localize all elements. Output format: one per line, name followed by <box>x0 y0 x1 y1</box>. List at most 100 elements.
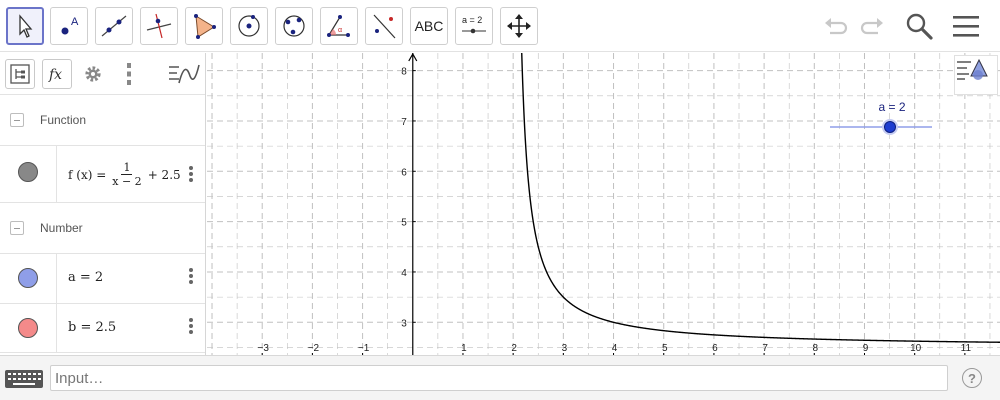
row-divider <box>56 146 57 202</box>
input-bar: ? <box>0 355 1000 400</box>
reflect-tool-button[interactable] <box>365 7 403 45</box>
visibility-toggle-a[interactable] <box>18 268 38 288</box>
graphics-view[interactable]: −3 −2 −1 1 2 3 4 5 6 7 8 9 10 11 3 4 5 6 7 8 a = 2 <box>207 53 1000 355</box>
tick-labels: −3 −2 −1 1 2 3 4 5 6 7 8 9 10 11 3 4 5 6 7 8 <box>258 67 972 355</box>
function-tail: + 2.5 <box>147 167 181 182</box>
algebra-style-bar: fx <box>0 53 205 95</box>
perpendicular-icon <box>146 13 172 39</box>
move-tool-button[interactable] <box>6 7 44 45</box>
point-tool-label: A <box>71 16 79 28</box>
slider-tool-button[interactable]: a = 2 <box>455 7 493 45</box>
x-tick-label: 9 <box>863 343 869 354</box>
circle-three-points-tool-button[interactable] <box>275 7 313 45</box>
x-tick-label: 6 <box>712 343 718 354</box>
undo-icon <box>825 18 848 35</box>
move-graphics-view-tool-button[interactable] <box>500 7 538 45</box>
graphics-style-bar-toggle[interactable] <box>954 55 998 95</box>
keyboard-icon <box>5 370 43 388</box>
point-icon: A <box>61 16 79 35</box>
algebra-item-b[interactable]: b = 2.5 <box>0 303 205 353</box>
group-label-function: Function <box>40 113 87 127</box>
x-tick-label: 1 <box>461 343 467 354</box>
tree-view-icon <box>10 64 30 84</box>
x-tick-label: −2 <box>308 343 320 354</box>
main-menu-button[interactable] <box>949 10 983 42</box>
collapse-icon[interactable] <box>10 221 24 235</box>
line-icon <box>101 15 127 37</box>
algebra-input-field[interactable] <box>50 365 948 391</box>
algebra-settings-button[interactable] <box>78 59 108 89</box>
algebra-tree-mode-button[interactable] <box>5 59 35 89</box>
gear-icon <box>85 66 101 82</box>
keyboard-toggle-button[interactable] <box>4 368 44 390</box>
y-tick-label: 4 <box>401 268 407 279</box>
slider-handle[interactable] <box>884 121 896 133</box>
number-definition-a: a = 2 <box>68 270 104 285</box>
item-menu-button[interactable] <box>186 316 196 336</box>
x-tick-label: 11 <box>961 343 972 354</box>
slider-label: a = 2 <box>878 100 905 114</box>
function-lhs: f (x) = <box>68 167 107 182</box>
function-graph-f[interactable] <box>207 53 1000 355</box>
algebra-item-a[interactable]: a = 2 <box>0 253 205 303</box>
circle-three-points-icon <box>283 15 305 37</box>
visibility-toggle-f[interactable] <box>18 162 38 182</box>
geogebra-app: A α ABC a = 2 fx Function f (x) = 1 x − … <box>0 0 1000 400</box>
collapse-icon[interactable] <box>10 113 24 127</box>
undo-button[interactable] <box>818 10 852 42</box>
point-tool-button[interactable]: A <box>50 7 88 45</box>
line-tool-button[interactable] <box>95 7 133 45</box>
row-divider <box>56 304 57 352</box>
group-header-function[interactable]: Function <box>0 95 205 145</box>
angle-tool-label: α <box>338 27 342 34</box>
item-menu-button[interactable] <box>186 164 196 184</box>
algebra-view: fx Function f (x) = 1 x − 2 + 2.5 Number… <box>0 53 206 355</box>
redo-button[interactable] <box>856 10 890 42</box>
polygon-tool-button[interactable] <box>185 7 223 45</box>
y-tick-label: 6 <box>401 167 407 178</box>
toggle-algebra-graphics-button[interactable] <box>166 59 202 89</box>
svg-text:fx: fx <box>48 67 62 83</box>
item-menu-button[interactable] <box>186 266 196 286</box>
search-button[interactable] <box>902 10 936 42</box>
y-tick-label: 5 <box>401 218 407 229</box>
group-label-number: Number <box>40 221 83 235</box>
x-tick-label: −1 <box>358 343 370 354</box>
row-divider <box>56 254 57 303</box>
vertical-dots-icon <box>127 63 131 85</box>
triangle-icon <box>194 14 216 39</box>
x-tick-label: 2 <box>511 343 517 354</box>
fraction-denominator: x − 2 <box>112 175 142 188</box>
function-curve-right-branch[interactable] <box>521 53 1000 343</box>
perpendicular-line-tool-button[interactable] <box>140 7 178 45</box>
text-tool-label: ABC <box>414 18 444 34</box>
cursor-arrow-icon <box>19 14 33 38</box>
group-header-number[interactable]: Number <box>0 203 205 253</box>
algebra-more-button[interactable] <box>114 59 144 89</box>
help-icon: ? <box>968 370 976 386</box>
input-help-button[interactable]: ? <box>962 368 982 388</box>
y-tick-label: 3 <box>401 318 407 329</box>
angle-tool-button[interactable]: α <box>320 7 358 45</box>
text-tool-button[interactable]: ABC <box>410 7 448 45</box>
redo-icon <box>860 18 883 35</box>
slider-icon: a = 2 <box>462 15 486 34</box>
function-fraction: 1 x − 2 <box>110 161 143 188</box>
function-definition: f (x) = 1 x − 2 + 2.5 <box>68 161 181 188</box>
reflect-icon <box>373 14 396 39</box>
circle-center-tool-button[interactable] <box>230 7 268 45</box>
x-tick-label: −3 <box>258 343 270 354</box>
x-tick-label: 7 <box>762 343 768 354</box>
x-tick-label: 10 <box>910 343 922 354</box>
visibility-toggle-b[interactable] <box>18 318 38 338</box>
grid-lines <box>207 53 1000 355</box>
slider-a[interactable]: a = 2 <box>830 100 932 135</box>
search-icon <box>906 13 933 40</box>
plot-canvas[interactable]: −3 −2 −1 1 2 3 4 5 6 7 8 9 10 11 3 4 5 6 7 8 a = 2 <box>207 53 1000 355</box>
algebra-description-button[interactable]: fx <box>42 59 72 89</box>
hamburger-menu-icon <box>953 16 979 37</box>
algebra-item-f[interactable]: f (x) = 1 x − 2 + 2.5 <box>0 145 205 203</box>
style-bar-icon <box>957 58 988 80</box>
x-tick-label: 3 <box>562 343 568 354</box>
fx-icon: fx <box>48 67 62 83</box>
